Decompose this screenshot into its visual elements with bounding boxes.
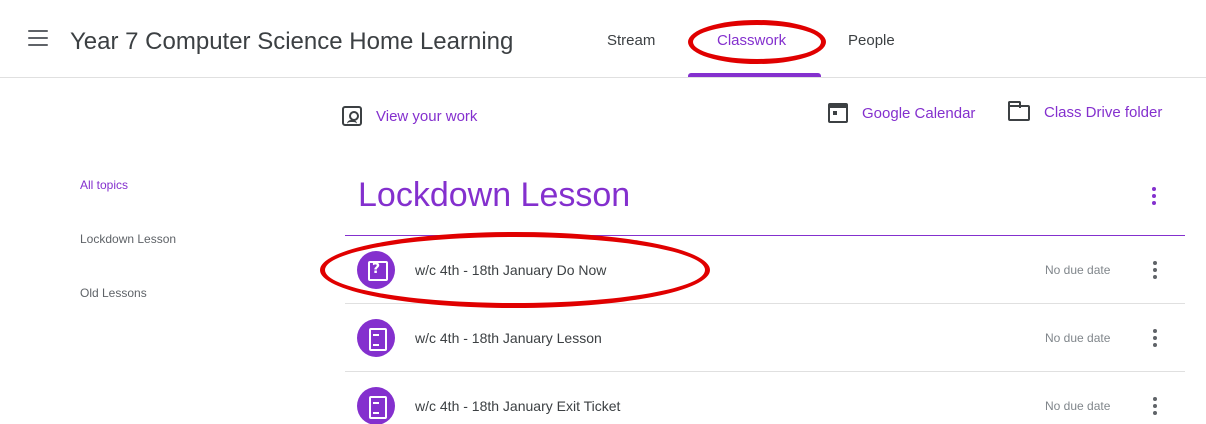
tab-stream[interactable]: Stream (607, 32, 655, 49)
topic-more-options-icon[interactable] (1146, 184, 1162, 208)
classwork-item-due: No due date (1045, 263, 1111, 277)
classwork-item[interactable]: w/c 4th - 18th January Lesson No due dat… (345, 304, 1185, 372)
classwork-item[interactable]: w/c 4th - 18th January Exit Ticket No du… (345, 372, 1185, 424)
folder-icon (1008, 101, 1030, 121)
class-drive-folder-label: Class Drive folder (1044, 103, 1163, 121)
material-icon (357, 319, 395, 357)
class-title[interactable]: Year 7 Computer Science Home Learning (70, 28, 513, 56)
calendar-icon (828, 103, 848, 123)
active-tab-indicator (688, 73, 821, 77)
classwork-item-title: w/c 4th - 18th January Lesson (415, 330, 602, 346)
class-drive-folder-link[interactable]: Class Drive folder (1008, 101, 1163, 121)
view-your-work-label: View your work (376, 107, 478, 125)
item-more-options-icon[interactable] (1147, 326, 1163, 350)
main-menu-icon[interactable] (28, 30, 48, 46)
material-icon (357, 387, 395, 424)
topic-nav-lockdown-lesson[interactable]: Lockdown Lesson (80, 232, 176, 246)
classwork-item[interactable]: w/c 4th - 18th January Do Now No due dat… (345, 236, 1185, 304)
tab-people[interactable]: People (848, 32, 895, 49)
tab-classwork[interactable]: Classwork (717, 32, 786, 49)
google-calendar-label: Google Calendar (862, 104, 976, 122)
classwork-item-due: No due date (1045, 331, 1111, 345)
classwork-item-due: No due date (1045, 399, 1111, 413)
classwork-item-title: w/c 4th - 18th January Do Now (415, 262, 607, 278)
view-your-work-link[interactable]: View your work (342, 106, 477, 126)
topic-nav-all-topics[interactable]: All topics (80, 178, 128, 192)
item-more-options-icon[interactable] (1147, 258, 1163, 282)
question-icon (357, 251, 395, 289)
item-more-options-icon[interactable] (1147, 394, 1163, 418)
topic-nav-old-lessons[interactable]: Old Lessons (80, 286, 147, 300)
top-bar: Year 7 Computer Science Home Learning St… (0, 0, 1206, 78)
classwork-item-title: w/c 4th - 18th January Exit Ticket (415, 398, 621, 414)
google-calendar-link[interactable]: Google Calendar (828, 103, 975, 123)
assignment-ind-icon (342, 106, 362, 126)
topic-heading: Lockdown Lesson (358, 176, 631, 214)
